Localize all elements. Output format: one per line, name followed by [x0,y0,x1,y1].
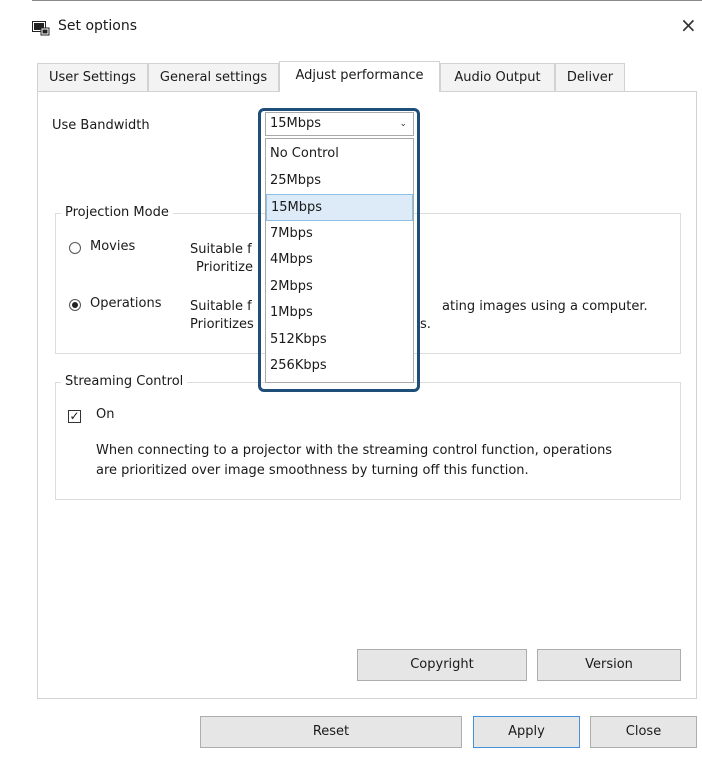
version-button[interactable]: Version [537,649,681,681]
app-icon [32,21,50,36]
operations-radio[interactable] [69,299,81,311]
copyright-button[interactable]: Copyright [357,649,527,681]
top-edge [32,0,702,1]
bandwidth-label: Use Bandwidth [52,118,150,133]
bandwidth-option-1mbps[interactable]: 1Mbps [266,300,413,327]
apply-button[interactable]: Apply [473,716,580,748]
bandwidth-option-7mbps[interactable]: 7Mbps [266,221,413,248]
bandwidth-option-25mbps[interactable]: 25Mbps [266,168,413,195]
movies-label[interactable]: Movies [90,239,135,254]
operations-desc-line1: Suitable f [190,299,252,314]
bandwidth-option-2mbps[interactable]: 2Mbps [266,274,413,301]
chevron-down-icon: ⌄ [399,119,407,129]
streaming-on-checkbox[interactable]: ✓ [68,410,81,423]
bandwidth-select[interactable]: 15Mbps ⌄ [265,112,414,136]
bandwidth-option-no-control[interactable]: No Control [266,141,413,168]
bandwidth-option-4mbps[interactable]: 4Mbps [266,247,413,274]
tab-general-settings[interactable]: General settings [148,63,279,91]
bandwidth-option-256kbps[interactable]: 256Kbps [266,353,413,380]
bandwidth-dropdown-list: No Control 25Mbps 15Mbps 7Mbps 4Mbps 2Mb… [265,138,414,383]
tab-adjust-performance[interactable]: Adjust performance [279,61,440,92]
close-button[interactable]: Close [590,716,697,748]
reset-button[interactable]: Reset [200,716,462,748]
operations-desc-line2: Prioritizes [190,317,254,332]
movies-desc-line1: Suitable f [190,242,252,257]
window-title: Set options [58,18,138,34]
tab-user-settings[interactable]: User Settings [37,63,148,91]
tab-audio-output[interactable]: Audio Output [440,63,555,91]
operations-label[interactable]: Operations [90,296,161,311]
bandwidth-option-15mbps[interactable]: 15Mbps [266,194,413,221]
streaming-desc-line1: When connecting to a projector with the … [96,443,613,458]
operations-desc-line2-tail: s. [420,317,431,332]
operations-desc-line1-tail: ating images using a computer. [442,299,648,314]
streaming-desc-line2: are prioritized over image smoothness by… [96,463,529,478]
streaming-on-label[interactable]: On [96,407,114,422]
bandwidth-selected-value: 15Mbps [270,116,322,131]
projection-mode-title: Projection Mode [61,205,173,220]
streaming-control-title: Streaming Control [61,374,188,389]
movies-desc-line2: Prioritize [196,260,254,275]
bandwidth-option-512kbps[interactable]: 512Kbps [266,327,413,354]
movies-radio[interactable] [69,242,81,254]
close-window-icon[interactable]: × [680,14,697,36]
tab-deliver[interactable]: Deliver [555,63,625,91]
